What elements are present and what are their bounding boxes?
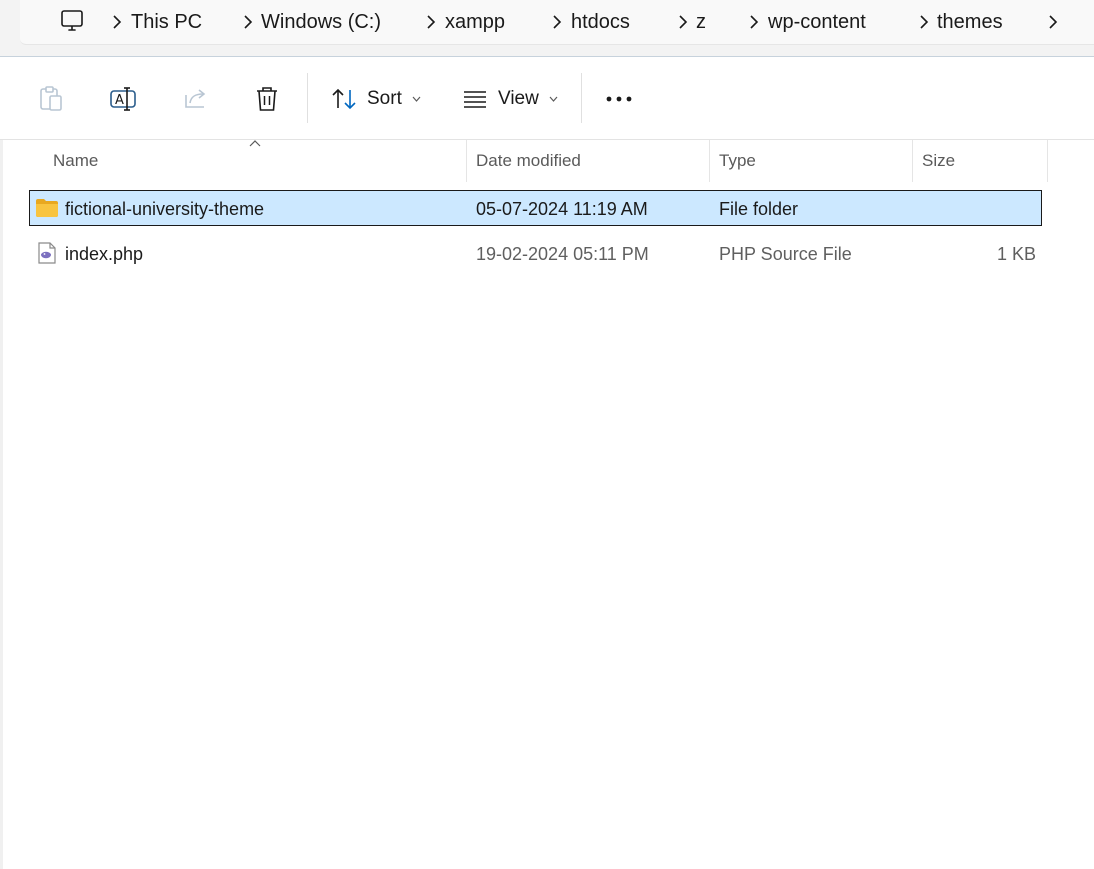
breadcrumb-item-wp-content[interactable]: wp-content (768, 11, 866, 34)
php-file-icon (38, 242, 56, 264)
navigation-pane-edge (0, 140, 3, 869)
breadcrumb-item-themes[interactable]: themes (937, 11, 1003, 34)
chevron-right-icon[interactable] (241, 13, 255, 31)
chevron-down-icon (549, 96, 558, 102)
column-header-type[interactable]: Type (710, 140, 913, 182)
chevron-right-icon[interactable] (550, 13, 564, 31)
sort-icon (332, 88, 356, 110)
breadcrumb-item-z[interactable]: z (696, 11, 706, 34)
delete-button[interactable] (254, 85, 280, 113)
file-name: fictional-university-theme (65, 199, 265, 219)
breadcrumb-item-windows-c[interactable]: Windows (C:) (261, 11, 381, 34)
chevron-right-icon[interactable] (424, 13, 438, 31)
share-button[interactable] (182, 85, 210, 113)
toolbar-divider (307, 73, 308, 123)
breadcrumb-item-this-pc[interactable]: This PC (131, 11, 202, 34)
breadcrumb-item-xampp[interactable]: xampp (445, 11, 505, 34)
folder-icon (36, 199, 58, 217)
file-size: 1 KB (996, 244, 1036, 264)
breadcrumb-item-htdocs[interactable]: htdocs (571, 11, 630, 34)
svg-text:A: A (115, 93, 124, 108)
column-headers: Name Date modified Type Size (0, 140, 1048, 182)
chevron-right-icon[interactable] (676, 13, 690, 31)
sort-button[interactable]: Sort (331, 85, 421, 113)
paste-icon (40, 86, 62, 111)
chevron-right-icon[interactable] (917, 13, 931, 31)
column-header-name[interactable]: Name (44, 140, 467, 182)
file-type: PHP Source File (719, 244, 852, 264)
column-header-date-modified[interactable]: Date modified (467, 140, 710, 182)
more-options-icon (606, 96, 632, 102)
file-name: index.php (65, 244, 144, 264)
view-button[interactable]: View (462, 85, 558, 113)
file-type: File folder (719, 199, 799, 219)
file-date-modified: 19-02-2024 05:11 PM (476, 244, 649, 264)
rename-icon: A (110, 87, 136, 111)
breadcrumb[interactable]: This PC Windows (C:) xampp htdocs z wp-c… (20, 0, 1094, 45)
file-date-modified: 05-07-2024 11:19 AM (476, 199, 648, 219)
see-more-button[interactable] (605, 85, 633, 113)
toolbar-divider (581, 73, 582, 123)
rename-button[interactable]: A (109, 85, 137, 113)
share-icon (185, 89, 206, 108)
address-bar-region: This PC Windows (C:) xampp htdocs z wp-c… (0, 0, 1094, 56)
table-row[interactable]: index.php 19-02-2024 05:11 PM PHP Source… (29, 235, 1042, 271)
chevron-right-icon[interactable] (1046, 13, 1060, 31)
chevron-right-icon[interactable] (747, 13, 761, 31)
column-header-size[interactable]: Size (913, 140, 1048, 182)
list-view-icon (464, 91, 486, 108)
chevron-right-icon[interactable] (110, 13, 124, 31)
paste-button[interactable] (38, 85, 64, 113)
table-row[interactable]: fictional-university-theme 05-07-2024 11… (29, 190, 1042, 226)
this-pc-icon[interactable] (60, 10, 84, 32)
chevron-down-icon (412, 96, 421, 102)
view-label: View (498, 88, 539, 109)
trash-icon (257, 87, 277, 111)
command-bar: A Sort View (0, 56, 1094, 140)
sort-label: Sort (367, 88, 402, 109)
